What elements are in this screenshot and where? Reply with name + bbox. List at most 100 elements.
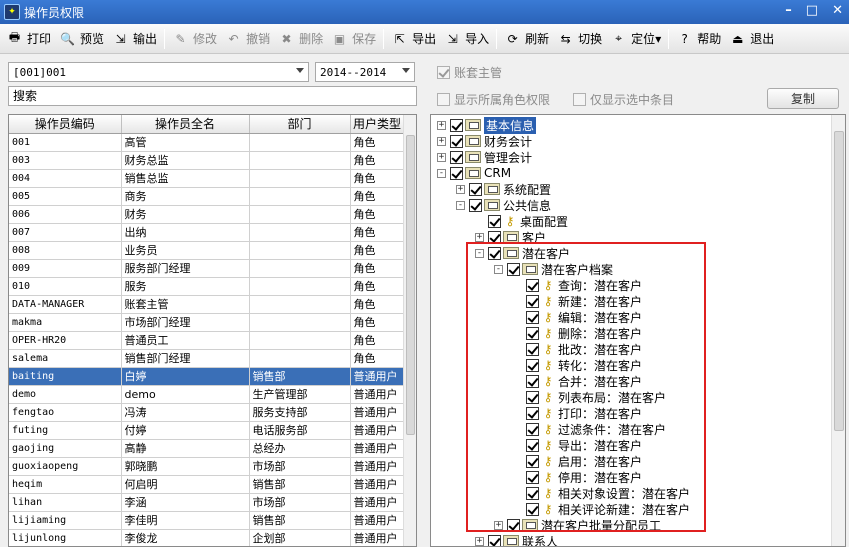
table-row[interactable]: OPER-HR20 普通员工 角色 xyxy=(9,331,405,350)
expand-icon[interactable]: + xyxy=(456,184,465,194)
toolbar-import-button[interactable]: ⇲ 导入 xyxy=(440,26,493,52)
grid-scrollbar[interactable] xyxy=(403,115,416,546)
grid-scroll-thumb[interactable] xyxy=(406,135,415,435)
show-role-perms-checkbox[interactable] xyxy=(437,93,450,106)
table-cell: 001 xyxy=(9,133,122,152)
table-row[interactable]: lijunlong 李俊龙 企划部 普通用户 xyxy=(9,529,405,546)
switch-icon: ⇆ xyxy=(560,31,571,46)
tree-checkbox[interactable] xyxy=(469,182,482,196)
toolbar-save-button[interactable]: ▣ 保存 xyxy=(327,26,380,52)
table-row[interactable]: 008 业务员 角色 xyxy=(9,241,405,260)
table-row[interactable]: makma 市场部门经理 角色 xyxy=(9,313,405,332)
toolbar-help-button[interactable]: ? 帮助 xyxy=(672,26,725,52)
close-button[interactable]: ✕ xyxy=(832,3,843,18)
tree-node[interactable]: + 联系人 xyxy=(475,533,558,546)
table-row[interactable]: guoxiaopeng 郭晓鹏 市场部 普通用户 xyxy=(9,457,405,476)
expand-icon[interactable]: + xyxy=(475,536,484,546)
tree-checkbox[interactable] xyxy=(450,166,463,180)
tree-node[interactable]: - CRM xyxy=(437,165,511,181)
table-row[interactable]: 009 服务部门经理 角色 xyxy=(9,259,405,278)
tree-node[interactable]: - 公共信息 xyxy=(456,197,551,213)
table-cell: 010 xyxy=(9,277,122,296)
tree-node[interactable]: + 系统配置 xyxy=(456,181,551,197)
toolbar-switch-button[interactable]: ⇆ 切换 xyxy=(553,26,606,52)
only-selected-option[interactable]: 仅显示选中条目 xyxy=(573,91,674,108)
refresh-icon: ⟳ xyxy=(507,31,518,46)
table-row[interactable]: fengtao 冯涛 服务支持部 普通用户 xyxy=(9,403,405,422)
search-input[interactable]: 搜索 xyxy=(8,86,417,106)
account-master-label: 账套主管 xyxy=(454,66,503,80)
toolbar-export-button[interactable]: ⇱ 导出 xyxy=(387,26,440,52)
table-row[interactable]: demo demo 生产管理部 普通用户 xyxy=(9,385,405,404)
minimize-button[interactable]: – xyxy=(785,3,792,18)
expand-icon[interactable]: + xyxy=(437,152,446,162)
only-selected-checkbox[interactable] xyxy=(573,93,586,106)
folder-icon xyxy=(465,119,481,131)
table-row[interactable]: baiting 白婷 销售部 普通用户 xyxy=(9,367,405,386)
operator-grid[interactable]: 操作员编码 操作员全名 部门 用户类型 001 高管 角色 003 财务总监 角色 004 销售总监… xyxy=(8,114,417,547)
toolbar-print-button[interactable]: 🖶 打印 xyxy=(2,26,55,52)
toolbar-exit-button[interactable]: ⏏ 退出 xyxy=(725,26,778,52)
column-header[interactable]: 操作员全名 xyxy=(121,115,250,134)
toolbar-locate-button[interactable]: ⌖ 定位 ▾ xyxy=(606,26,665,52)
expand-icon[interactable]: + xyxy=(437,136,446,146)
table-row[interactable]: 010 服务 角色 xyxy=(9,277,405,296)
table-cell: 普通用户 xyxy=(350,475,405,494)
table-cell: 销售总监 xyxy=(121,169,250,188)
table-cell: 销售部 xyxy=(249,475,351,494)
table-row[interactable]: heqim 何启明 销售部 普通用户 xyxy=(9,475,405,494)
table-row[interactable]: 005 商务 角色 xyxy=(9,187,405,206)
toolbar-button-label: 输出 xyxy=(133,32,158,46)
year-select[interactable]: 2014--2014 xyxy=(315,62,415,82)
table-row[interactable]: 004 销售总监 角色 xyxy=(9,169,405,188)
collapse-icon[interactable]: - xyxy=(437,168,446,178)
toolbar-preview-button[interactable]: 🔍 预览 xyxy=(55,26,108,52)
toolbar-delete-button[interactable]: ✖ 删除 xyxy=(274,26,327,52)
expand-icon[interactable]: + xyxy=(475,232,484,242)
tree-node[interactable]: + 管理会计 xyxy=(437,149,532,165)
table-row[interactable]: salema 销售部门经理 角色 xyxy=(9,349,405,368)
table-row[interactable]: 006 财务 角色 xyxy=(9,205,405,224)
chevron-down-icon[interactable] xyxy=(402,68,410,73)
table-row[interactable]: 003 财务总监 角色 xyxy=(9,151,405,170)
collapse-icon[interactable]: - xyxy=(456,200,465,210)
table-row[interactable]: gaojing 高静 总经办 普通用户 xyxy=(9,439,405,458)
toolbar-undo-button[interactable]: ↶ 撤销 xyxy=(221,26,274,52)
tree-scrollbar[interactable] xyxy=(831,115,845,546)
tree-checkbox[interactable] xyxy=(450,118,463,132)
account-master-checkbox[interactable] xyxy=(437,66,450,79)
tree-checkbox[interactable] xyxy=(450,150,463,164)
tree-node[interactable]: + 财务会计 xyxy=(437,133,532,149)
preview-icon: 🔍 xyxy=(60,31,75,46)
tree-checkbox[interactable] xyxy=(450,134,463,148)
copy-button[interactable]: 复制 xyxy=(767,88,839,109)
folder-icon xyxy=(465,167,481,179)
expand-icon[interactable]: + xyxy=(437,120,446,130)
tree-node[interactable]: ⚷ 桌面配置 xyxy=(475,213,568,229)
column-header[interactable]: 用户类型 xyxy=(350,115,405,134)
toolbar-output-button[interactable]: ⇲ 输出 xyxy=(108,26,161,52)
table-row[interactable]: lijiaming 李佳明 销售部 普通用户 xyxy=(9,511,405,530)
table-row[interactable]: lihan 李涵 市场部 普通用户 xyxy=(9,493,405,512)
maximize-button[interactable]: □ xyxy=(806,3,818,18)
toolbar-refresh-button[interactable]: ⟳ 刷新 xyxy=(500,26,553,52)
table-cell: 角色 xyxy=(350,241,405,260)
column-header[interactable]: 部门 xyxy=(249,115,351,134)
table-row[interactable]: 001 高管 角色 xyxy=(9,133,405,152)
toolbar-edit-button[interactable]: ✎ 修改 xyxy=(168,26,221,52)
tree-checkbox[interactable] xyxy=(488,534,501,546)
show-role-perms-option[interactable]: 显示所属角色权限 xyxy=(437,91,550,108)
account-master-option[interactable]: 账套主管 xyxy=(437,64,502,81)
tree-node[interactable]: + 基本信息 xyxy=(437,116,537,134)
account-select[interactable]: [001]001 xyxy=(8,62,309,82)
tree-scroll-thumb[interactable] xyxy=(834,131,844,431)
tree-checkbox[interactable] xyxy=(488,214,501,228)
table-row[interactable]: futing 付婷 电话服务部 普通用户 xyxy=(9,421,405,440)
chevron-down-icon[interactable] xyxy=(296,68,304,73)
table-row[interactable]: 007 出纳 角色 xyxy=(9,223,405,242)
window-title: 操作员权限 xyxy=(24,5,85,20)
column-header[interactable]: 操作员编码 xyxy=(9,115,122,134)
table-row[interactable]: DATA-MANAGER 账套主管 角色 xyxy=(9,295,405,314)
tree-checkbox[interactable] xyxy=(469,198,482,212)
chevron-down-icon[interactable]: ▾ xyxy=(655,32,661,46)
